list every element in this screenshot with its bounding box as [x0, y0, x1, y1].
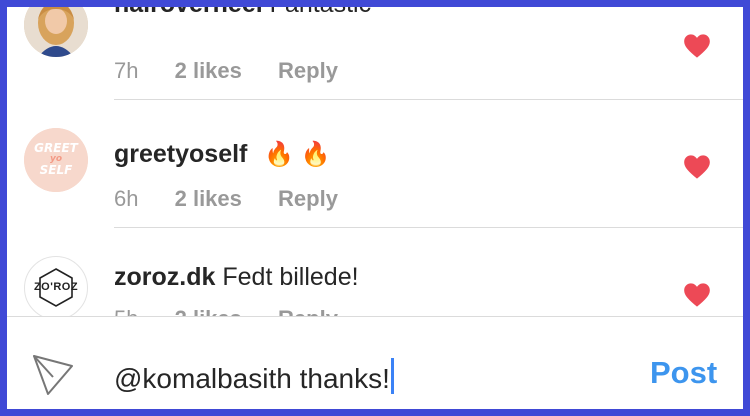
- avatar-logo-text: GREET yo SELF: [24, 141, 88, 177]
- comment-likes[interactable]: 2 likes: [175, 58, 242, 83]
- comment-text: zoroz.dk Fedt billede!: [114, 263, 359, 292]
- post-button[interactable]: Post: [650, 355, 717, 391]
- comment-body: Fedt billede!: [222, 263, 359, 291]
- avatar[interactable]: [24, 7, 88, 57]
- heart-icon[interactable]: [683, 282, 711, 308]
- send-icon[interactable]: [31, 353, 75, 397]
- comment-likes[interactable]: 2 likes: [175, 186, 242, 211]
- comment-body: 🔥 🔥: [264, 141, 331, 168]
- comment-text: greetyoself 🔥 🔥: [114, 140, 331, 169]
- avatar-logo-text: ZO'ROZ: [33, 281, 79, 293]
- comment-username[interactable]: hairoverheel: [114, 7, 263, 18]
- comment-username[interactable]: zoroz.dk: [114, 263, 215, 291]
- comment-compose-bar: @komalbasith thanks! Post: [7, 316, 743, 409]
- user-photo: [24, 7, 88, 57]
- avatar-logo-line: SELF: [39, 163, 73, 177]
- comment-input-value: @komalbasith thanks!: [114, 363, 390, 394]
- avatar[interactable]: GREET yo SELF: [24, 128, 88, 192]
- comment-meta: 7h 2 likes Reply: [114, 58, 368, 84]
- comment-body: Fantastic: [270, 7, 371, 18]
- comment-time: 7h: [114, 58, 139, 83]
- comment-meta: 6h 2 likes Reply: [114, 186, 368, 212]
- reply-button[interactable]: Reply: [278, 58, 338, 83]
- comment-text: hairoverheel Fantastic: [114, 7, 371, 19]
- text-cursor: [390, 358, 394, 394]
- comment-username[interactable]: greetyoself: [114, 140, 247, 168]
- avatar[interactable]: ZO'ROZ: [24, 256, 88, 320]
- heart-icon[interactable]: [683, 33, 711, 59]
- comment-item: GREET yo SELF greetyoself 🔥 🔥 6h 2 likes…: [7, 100, 743, 228]
- comments-screen: hairoverheel Fantastic 7h 2 likes Reply …: [7, 7, 743, 409]
- comment-item: hairoverheel Fantastic 7h 2 likes Reply: [7, 7, 743, 107]
- reply-button[interactable]: Reply: [278, 186, 338, 211]
- heart-icon[interactable]: [683, 154, 711, 180]
- comment-input[interactable]: @komalbasith thanks!: [114, 358, 394, 395]
- avatar-logo-line: GREET: [34, 141, 78, 155]
- comment-time: 6h: [114, 186, 139, 211]
